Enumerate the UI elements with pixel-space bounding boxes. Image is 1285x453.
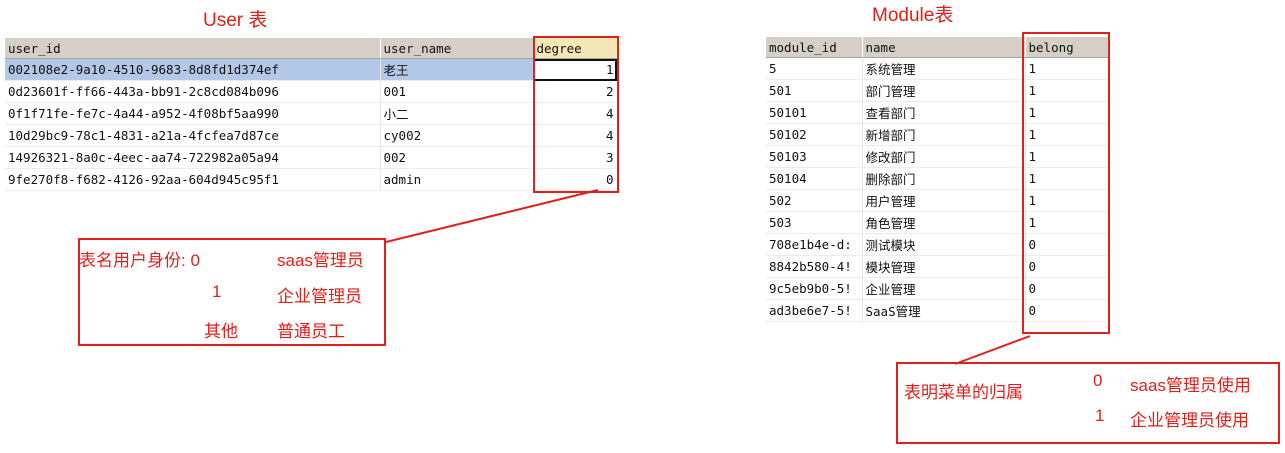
user-note-line2-label: 企业管理员 — [277, 287, 362, 306]
user-note-line3-code: 其他 — [204, 322, 238, 341]
module-note-line2-code: 1 — [1095, 406, 1105, 425]
user-note-line1-label: saas管理员 — [277, 251, 364, 270]
module-note-line1-code: 0 — [1093, 371, 1103, 390]
user-note-prefix: 表名用户身份: 0 — [79, 251, 200, 270]
module-note-connector — [954, 335, 1031, 365]
module-note-line2-label: 企业管理员使用 — [1130, 411, 1249, 430]
user-note-connector — [385, 189, 599, 243]
module-note-label: 表明菜单的归属 — [904, 383, 1023, 402]
user-note-line2-code: 1 — [212, 282, 222, 301]
module-note-line1-label: saas管理员使用 — [1130, 376, 1251, 395]
user-note-line3-label: 普通员工 — [277, 322, 345, 341]
